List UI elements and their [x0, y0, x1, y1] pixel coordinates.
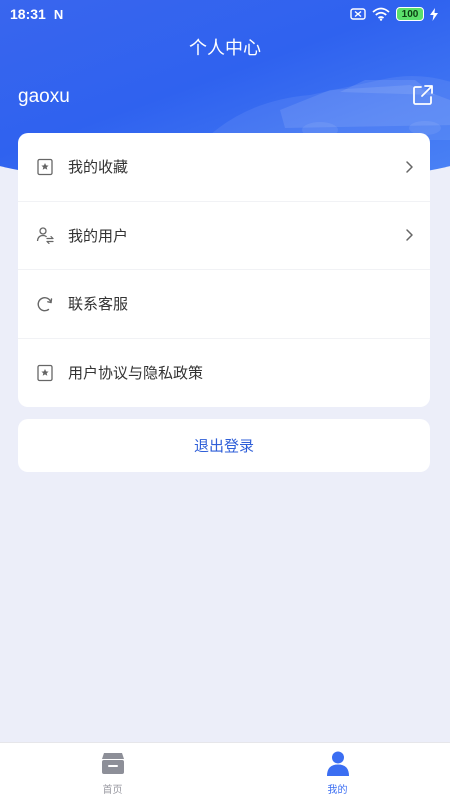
tab-home[interactable]: 首页 [0, 743, 225, 800]
page-title: 个人中心 [189, 38, 261, 59]
box-home-icon [101, 753, 124, 774]
tab-mine[interactable]: 我的 [225, 743, 450, 800]
tab-label: 我的 [327, 785, 348, 796]
status-bar: 18:31 N 100 [0, 0, 450, 28]
bookmark-star-icon [37, 158, 53, 175]
tab-label: 首页 [102, 785, 123, 796]
external-link-icon [413, 85, 433, 105]
menu-item-label: 联系客服 [68, 295, 129, 314]
refresh-headset-icon [37, 296, 53, 312]
menu-item-favorites[interactable]: 我的收藏 [18, 133, 430, 202]
menu-item-label: 我的收藏 [68, 158, 129, 177]
chevron-right-icon [406, 229, 413, 241]
external-link-button[interactable] [412, 84, 434, 106]
menu-item-label: 我的用户 [68, 226, 129, 245]
sim-off-icon [350, 8, 366, 20]
logout-label: 退出登录 [193, 437, 254, 455]
wifi-icon [372, 7, 390, 21]
menu-item-customer-service[interactable]: 联系客服 [18, 270, 430, 339]
bottom-tab-bar: 首页 我的 [0, 742, 450, 800]
status-time: 18:31 [10, 6, 46, 22]
username: gaoxu [18, 86, 70, 107]
menu-item-my-users[interactable]: 我的用户 [18, 202, 430, 270]
chevron-right-icon [406, 161, 413, 173]
profile-screen: 18:31 N 100 个人中心 gaoxu 我的收藏 我的用户 联系客服 用户… [0, 0, 450, 800]
battery-indicator: 100 [396, 7, 424, 21]
bookmark-star-icon [37, 364, 53, 381]
person-icon [326, 751, 349, 776]
menu-item-label: 用户协议与隐私政策 [68, 364, 204, 383]
user-transfer-icon [36, 227, 54, 245]
network-indicator: N [53, 6, 64, 22]
charging-icon [430, 7, 438, 21]
logout-button[interactable]: 退出登录 [18, 419, 430, 472]
menu-card: 我的收藏 我的用户 联系客服 用户协议与隐私政策 [18, 133, 430, 407]
menu-item-agreement-privacy[interactable]: 用户协议与隐私政策 [18, 339, 430, 408]
